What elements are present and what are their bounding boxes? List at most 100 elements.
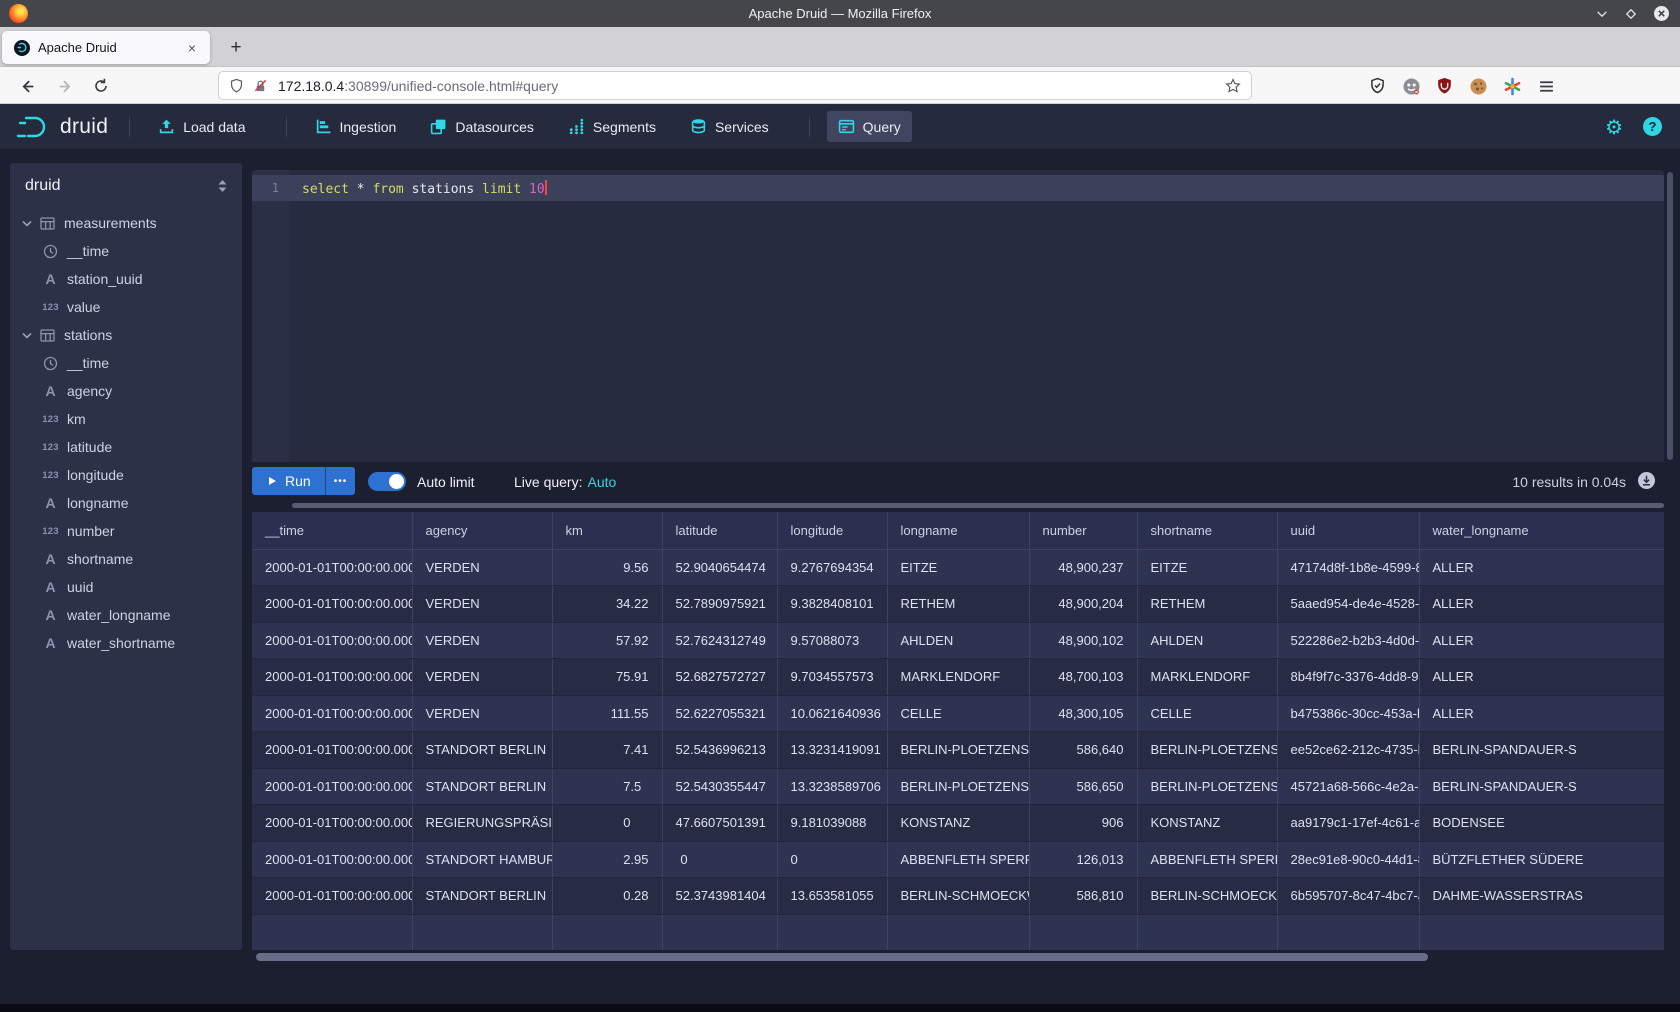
lock-insecure-icon[interactable] — [253, 78, 268, 94]
tree-item-km[interactable]: 123km — [10, 405, 242, 433]
cell-longname[interactable]: AHLDEN — [887, 622, 1029, 659]
tree-item-value[interactable]: 123value — [10, 293, 242, 321]
cell-agency[interactable]: VERDEN — [412, 622, 552, 659]
cell-time[interactable]: 2000-01-01T00:00:00.000Z — [252, 622, 412, 659]
cell-time[interactable]: 2000-01-01T00:00:00.000Z — [252, 586, 412, 623]
cell-uuid[interactable]: 47174d8f-1b8e-4599-8a — [1277, 549, 1419, 586]
cell-shortname[interactable]: ABBENFLETH SPERRWEI — [1137, 841, 1277, 878]
ublock-extension-icon[interactable] — [1432, 74, 1456, 98]
cell-shortname[interactable]: KONSTANZ — [1137, 805, 1277, 842]
nav-item-datasources[interactable]: Datasources — [419, 111, 545, 142]
cell-water-longname[interactable]: BODENSEE — [1419, 805, 1664, 842]
column-header-agency[interactable]: agency — [412, 512, 552, 549]
cell-number[interactable]: 48,900,237 — [1029, 549, 1137, 586]
cell-time[interactable]: 2000-01-01T00:00:00.000Z — [252, 805, 412, 842]
table-top-scrollbar[interactable] — [292, 503, 1664, 508]
cell-shortname[interactable]: EITZE — [1137, 549, 1277, 586]
query-text[interactable]: select * from stations limit 10 — [290, 180, 547, 197]
cell-time[interactable]: 2000-01-01T00:00:00.000Z — [252, 732, 412, 769]
cell-longname[interactable]: BERLIN-SCHMOECKWITZ — [887, 878, 1029, 915]
cell-latitude[interactable]: 52.3743981404 — [662, 878, 777, 915]
cell-time[interactable]: 2000-01-01T00:00:00.000Z — [252, 841, 412, 878]
cell-number[interactable]: 586,810 — [1029, 878, 1137, 915]
tree-item-station-uuid[interactable]: Astation_uuid — [10, 265, 242, 293]
cell-agency[interactable]: STANDORT BERLIN — [412, 878, 552, 915]
cell-uuid[interactable]: 45721a68-566c-4e2a-a6 — [1277, 768, 1419, 805]
tree-item-measurements[interactable]: measurements — [10, 209, 242, 237]
help-icon[interactable]: ? — [1643, 117, 1662, 136]
new-tab-button[interactable]: + — [222, 34, 250, 62]
nav-item-query[interactable]: Query — [827, 111, 912, 142]
tree-item-shortname[interactable]: Ashortname — [10, 545, 242, 573]
cell-number[interactable]: 586,640 — [1029, 732, 1137, 769]
nav-item-load-data[interactable]: Load data — [147, 111, 256, 142]
cell-latitude[interactable]: 0.0000000000 — [662, 841, 777, 878]
cell-uuid[interactable]: 8b4f9f7c-3376-4dd8-95c — [1277, 659, 1419, 696]
cell-uuid[interactable]: 28ec91e8-90c0-44d1-8fc — [1277, 841, 1419, 878]
cell-water-longname[interactable]: BÜTZFLETHER SÜDERE — [1419, 841, 1664, 878]
cell-km[interactable]: 7.50 — [552, 768, 662, 805]
cell-shortname[interactable]: MARKLENDORF — [1137, 659, 1277, 696]
cell-latitude[interactable]: 47.6607501391 — [662, 805, 777, 842]
cell-time[interactable]: 2000-01-01T00:00:00.000Z — [252, 768, 412, 805]
cell-longitude[interactable]: 13.3231419091 — [777, 732, 887, 769]
cell-latitude[interactable]: 52.7624312749 — [662, 622, 777, 659]
tree-item-longitude[interactable]: 123longitude — [10, 461, 242, 489]
editor-scrollbar[interactable] — [1667, 172, 1673, 460]
cell-water-longname[interactable]: BERLIN-SPANDAUER-S — [1419, 768, 1664, 805]
tree-item-stations[interactable]: stations — [10, 321, 242, 349]
cell-longitude[interactable]: 9.1810390880 — [777, 805, 887, 842]
cell-latitude[interactable]: 52.6827572727 — [662, 659, 777, 696]
cell-km[interactable]: 0.28 — [552, 878, 662, 915]
nav-item-services[interactable]: Services — [679, 111, 780, 142]
cell-latitude[interactable]: 52.5430355447 — [662, 768, 777, 805]
column-header-water-longname[interactable]: water_longname — [1419, 512, 1664, 549]
cell-agency[interactable]: STANDORT BERLIN — [412, 768, 552, 805]
cell-longname[interactable]: MARKLENDORF — [887, 659, 1029, 696]
column-header-uuid[interactable]: uuid — [1277, 512, 1419, 549]
tree-item-water-shortname[interactable]: Awater_shortname — [10, 629, 242, 657]
cell-km[interactable]: 7.41 — [552, 732, 662, 769]
cell-longname[interactable]: BERLIN-PLOETZENSEE U — [887, 768, 1029, 805]
tree-item-latitude[interactable]: 123latitude — [10, 433, 242, 461]
nav-item-ingestion[interactable]: Ingestion — [304, 111, 408, 142]
column-header-number[interactable]: number — [1029, 512, 1137, 549]
cell-number[interactable]: 586,650 — [1029, 768, 1137, 805]
browser-tab[interactable]: Apache Druid × — [2, 31, 210, 64]
cell-water-longname[interactable]: ALLER — [1419, 695, 1664, 732]
cell-time[interactable]: 2000-01-01T00:00:00.000Z — [252, 695, 412, 732]
containers-extension-icon[interactable] — [1399, 74, 1423, 98]
cell-km[interactable]: 111.55 — [552, 695, 662, 732]
cell-agency[interactable]: STANDORT HAMBURG — [412, 841, 552, 878]
cell-longitude[interactable]: 9.5708807300 — [777, 622, 887, 659]
cell-uuid[interactable]: ee52ce62-212c-4735-b4 — [1277, 732, 1419, 769]
cookie-extension-icon[interactable] — [1466, 74, 1490, 98]
cell-number[interactable]: 48,700,103 — [1029, 659, 1137, 696]
cell-longname[interactable]: ABBENFLETH SPERRWEI — [887, 841, 1029, 878]
cell-shortname[interactable]: BERLIN-PLOETZENSEE C — [1137, 732, 1277, 769]
cell-shortname[interactable]: RETHEM — [1137, 586, 1277, 623]
cell-shortname[interactable]: CELLE — [1137, 695, 1277, 732]
cell-km[interactable]: 57.92 — [552, 622, 662, 659]
column-header-longname[interactable]: longname — [887, 512, 1029, 549]
sort-double-caret-icon[interactable] — [217, 179, 228, 193]
cell-km[interactable]: 34.22 — [552, 586, 662, 623]
cell-number[interactable]: 48,300,105 — [1029, 695, 1137, 732]
cell-longname[interactable]: KONSTANZ — [887, 805, 1029, 842]
tree-item-agency[interactable]: Aagency — [10, 377, 242, 405]
cell-km[interactable]: 9.56 — [552, 549, 662, 586]
settings-gear-icon[interactable]: ⚙ — [1605, 117, 1623, 137]
cell-longname[interactable]: BERLIN-PLOETZENSEE C — [887, 732, 1029, 769]
window-minimize-icon[interactable] — [1595, 7, 1609, 21]
url-bar[interactable]: 172.18.0.4:30899/unified-console.html#qu… — [218, 71, 1252, 100]
run-button[interactable]: Run — [252, 467, 328, 495]
cell-latitude[interactable]: 52.6227055321 — [662, 695, 777, 732]
cell-agency[interactable]: REGIERUNGSPRÄSIDIUM — [412, 805, 552, 842]
nav-item-segments[interactable]: Segments — [557, 111, 667, 142]
cell-latitude[interactable]: 52.5436996213 — [662, 732, 777, 769]
cell-longitude[interactable]: 13.6535810550 — [777, 878, 887, 915]
cell-longitude[interactable]: 9.3828408101 — [777, 586, 887, 623]
tree-item-water-longname[interactable]: Awater_longname — [10, 601, 242, 629]
cell-time[interactable]: 2000-01-01T00:00:00.000Z — [252, 878, 412, 915]
cell-shortname[interactable]: BERLIN-SCHMOECKWITZ — [1137, 878, 1277, 915]
